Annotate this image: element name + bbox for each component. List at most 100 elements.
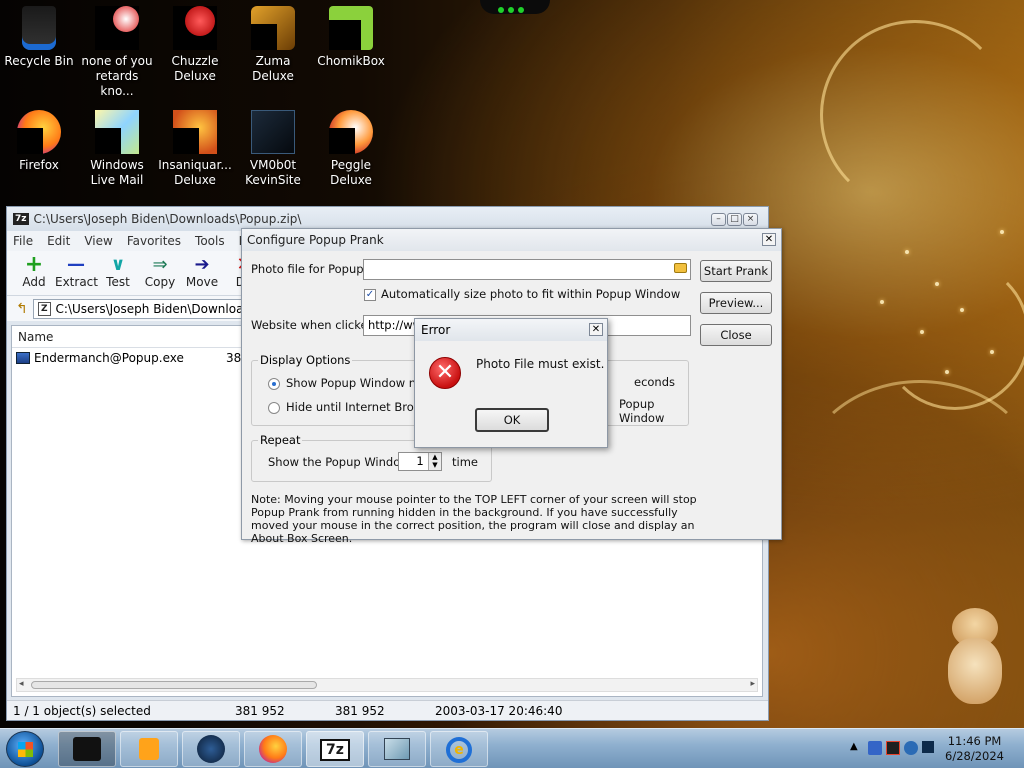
close-button[interactable]: × <box>743 213 758 226</box>
tray-chevron-icon[interactable]: ▲ <box>850 741 858 752</box>
desktop-icon-mail[interactable]: Windows Live Mail <box>78 110 156 188</box>
status-size: 381 952 <box>235 704 285 718</box>
desktop-icon-insaniquarium[interactable]: Insaniquar... Deluxe <box>156 110 234 188</box>
ok-button[interactable]: OK <box>475 408 549 432</box>
display-options-title: Display Options <box>258 353 353 367</box>
autosize-checkbox[interactable]: ✓ <box>364 289 376 301</box>
wallpaper-swirl <box>820 20 1010 210</box>
start-prank-button[interactable]: Start Prank <box>700 260 772 282</box>
taskbar-firefox-button[interactable] <box>244 731 302 767</box>
horizontal-scrollbar[interactable]: ◂ ▸ <box>16 678 758 692</box>
desktop-icon-chuzzle[interactable]: Chuzzle Deluxe <box>156 6 234 84</box>
error-dialog: Error ✕ ✕ Photo File must exist. OK <box>414 318 608 448</box>
start-button[interactable] <box>6 731 44 767</box>
add-button[interactable]: + Add <box>13 251 55 295</box>
autosize-label: Automatically size photo to fit within P… <box>381 287 681 301</box>
globe-icon <box>197 735 225 763</box>
menu-favorites[interactable]: Favorites <box>127 234 181 248</box>
column-name[interactable]: Name <box>12 330 222 344</box>
media-player-icon <box>139 738 159 760</box>
minimize-button[interactable]: – <box>711 213 726 226</box>
folder-icon[interactable] <box>674 263 687 273</box>
tray-network-icon[interactable] <box>904 741 918 755</box>
close-dialog-button[interactable]: Close <box>700 324 772 346</box>
windows-logo-icon <box>18 742 33 757</box>
show-now-radio[interactable] <box>268 378 280 390</box>
desktop-icon-chomikbox[interactable]: ChomikBox <box>312 6 390 69</box>
scrollbar-thumb[interactable] <box>31 681 317 689</box>
repeat-label: Show the Popup Window <box>268 455 410 469</box>
desktop-icon-zuma[interactable]: Zuma Deluxe <box>234 6 312 84</box>
notepad-icon <box>384 738 410 760</box>
explorer-icon <box>73 737 101 761</box>
error-message: Photo File must exist. <box>476 357 605 371</box>
chuzzle-icon <box>173 6 217 50</box>
taskbar-notepad-button[interactable] <box>368 731 426 767</box>
repeat-title: Repeat <box>258 433 303 447</box>
taskbar-globe-button[interactable] <box>182 731 240 767</box>
exe-file-icon <box>16 352 30 364</box>
desktop-icon-peggle[interactable]: Peggle Deluxe <box>312 110 390 188</box>
shortcut-icon <box>251 110 295 154</box>
error-title: Error <box>421 323 451 337</box>
scroll-left-icon[interactable]: ◂ <box>19 679 24 689</box>
sevenzip-title: C:\Users\Joseph Biden\Downloads\Popup.zi… <box>33 212 302 226</box>
desktop-icon-recycle-bin[interactable]: Recycle Bin <box>0 6 78 69</box>
photo-file-input[interactable] <box>363 259 691 280</box>
status-bar: 1 / 1 object(s) selected 381 952 381 952… <box>7 700 768 720</box>
tray-app-icon[interactable] <box>868 741 882 755</box>
test-button[interactable]: ∨ Test <box>97 251 139 295</box>
menu-edit[interactable]: Edit <box>47 234 70 248</box>
folder-up-icon[interactable]: ↰ <box>11 301 33 317</box>
repeat-count-stepper[interactable]: 1 ▲ ▼ <box>398 452 442 471</box>
clock[interactable]: 11:46 PM 6/28/2024 <box>945 734 1004 764</box>
app-icon <box>95 6 139 50</box>
menu-view[interactable]: View <box>84 234 112 248</box>
dialog-close-button[interactable]: ✕ <box>762 233 776 246</box>
error-titlebar[interactable]: Error <box>415 319 607 341</box>
mail-icon <box>95 110 139 154</box>
peggle-icon <box>329 110 373 154</box>
dialog-title: Configure Popup Prank <box>247 233 384 247</box>
top-notch <box>480 0 550 14</box>
status-modified: 2003-03-17 20:46:40 <box>435 704 563 718</box>
status-packed: 381 952 <box>335 704 385 718</box>
copy-icon: ⇒ <box>152 254 168 275</box>
move-icon: ➔ <box>194 254 210 275</box>
extract-button[interactable]: — Extract <box>55 251 98 295</box>
desktop-icon-vm0b0t[interactable]: VM0b0t KevinSite <box>234 110 312 188</box>
copy-button[interactable]: ⇒ Copy <box>139 251 181 295</box>
test-icon: ∨ <box>110 254 126 275</box>
firefox-icon <box>259 735 287 763</box>
taskbar-ie-button[interactable]: e <box>430 731 488 767</box>
taskbar-media-button[interactable] <box>120 731 178 767</box>
show-now-label: Show Popup Window now <box>286 376 433 390</box>
error-icon: ✕ <box>429 357 461 389</box>
tray-volume-icon[interactable] <box>922 741 934 753</box>
menu-tools[interactable]: Tools <box>195 234 225 248</box>
hamster-image <box>944 608 1004 708</box>
preview-button[interactable]: Preview... <box>700 292 772 314</box>
stepper-arrows-icon[interactable]: ▲ ▼ <box>428 453 441 470</box>
error-close-button[interactable]: ✕ <box>589 323 603 336</box>
menu-file[interactable]: File <box>13 234 33 248</box>
taskbar-7zip-button[interactable]: 7z <box>306 731 364 767</box>
dialog-titlebar[interactable]: Configure Popup Prank <box>242 229 781 251</box>
clock-time: 11:46 PM <box>947 734 1002 748</box>
tray-flag-icon[interactable] <box>886 741 900 755</box>
status-selected: 1 / 1 object(s) selected <box>13 704 151 718</box>
note-text: Note: Moving your mouse pointer to the T… <box>251 493 697 545</box>
taskbar-explorer-button[interactable] <box>58 731 116 767</box>
hide-until-radio[interactable] <box>268 402 280 414</box>
maximize-button[interactable]: □ <box>727 213 742 226</box>
ie-icon: e <box>446 737 472 763</box>
firefox-icon <box>17 110 61 154</box>
wallpaper-swirl <box>800 380 1024 580</box>
taskbar: 7z e ▲ 11:46 PM 6/28/2024 <box>0 728 1024 768</box>
desktop-icon-app[interactable]: none of you retards kno... <box>78 6 156 99</box>
scroll-right-icon[interactable]: ▸ <box>750 679 755 689</box>
move-button[interactable]: ➔ Move <box>181 251 223 295</box>
desktop-icon-firefox[interactable]: Firefox <box>0 110 78 173</box>
archive-icon: Z <box>38 301 51 316</box>
recycle-bin-icon <box>22 6 56 50</box>
